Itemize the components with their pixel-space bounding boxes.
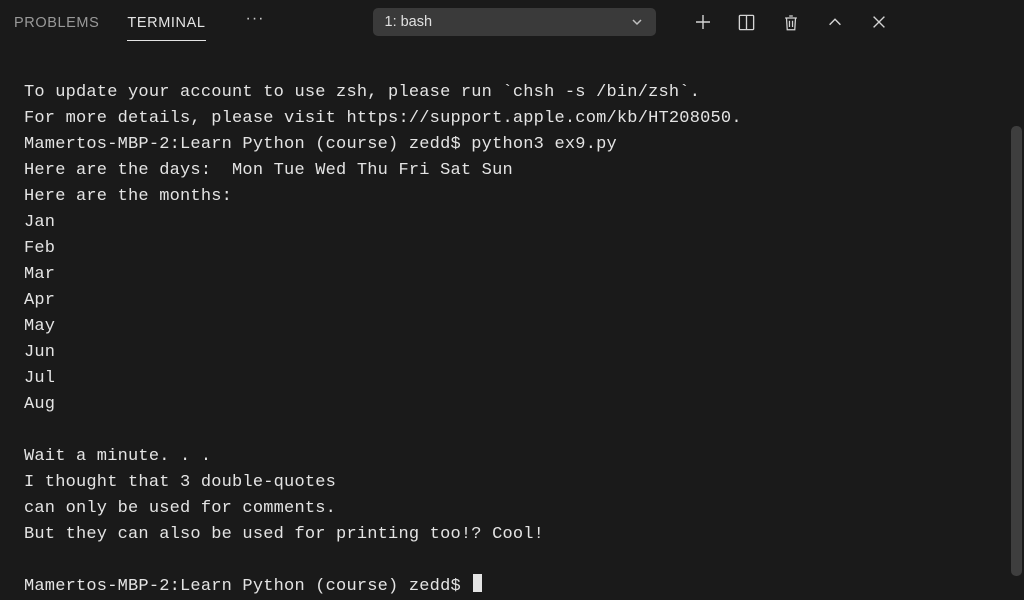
scrollbar-thumb[interactable] <box>1011 126 1022 576</box>
terminal-line: I thought that 3 double-quotes <box>24 473 336 492</box>
panel-tabs: PROBLEMS TERMINAL ··· <box>14 4 265 41</box>
terminal-line: Jan <box>24 213 55 232</box>
terminal-line: To update your account to use zsh, pleas… <box>24 83 700 102</box>
terminal-line: Mar <box>24 265 55 284</box>
split-terminal-button[interactable] <box>736 11 758 33</box>
terminal-line: May <box>24 317 55 336</box>
terminal-line: But they can also be used for printing t… <box>24 525 544 544</box>
terminal-line: Here are the days: Mon Tue Wed Thu Fri S… <box>24 161 513 180</box>
terminal-cursor <box>473 574 482 592</box>
terminal-selector-dropdown[interactable]: 1: bash <box>373 8 656 36</box>
terminal-line: Aug <box>24 395 55 414</box>
kill-terminal-button[interactable] <box>780 11 802 33</box>
terminal-line: Apr <box>24 291 55 310</box>
scrollbar-track[interactable] <box>1011 48 1022 568</box>
terminal-prompt: Mamertos-MBP-2:Learn Python (course) zed… <box>24 577 471 596</box>
dropdown-selected-label: 1: bash <box>385 14 433 30</box>
maximize-panel-button[interactable] <box>824 11 846 33</box>
terminal-line: Wait a minute. . . <box>24 447 211 466</box>
terminal-line: Mamertos-MBP-2:Learn Python (course) zed… <box>24 135 617 154</box>
terminal-output[interactable]: To update your account to use zsh, pleas… <box>0 44 1024 600</box>
close-panel-button[interactable] <box>868 11 890 33</box>
new-terminal-button[interactable] <box>692 11 714 33</box>
chevron-down-icon <box>630 15 644 29</box>
tab-terminal[interactable]: TERMINAL <box>127 4 205 41</box>
terminal-line: Jun <box>24 343 55 362</box>
terminal-line: Feb <box>24 239 55 258</box>
panel-actions <box>692 11 890 33</box>
terminal-line: Jul <box>24 369 55 388</box>
tab-problems[interactable]: PROBLEMS <box>14 4 99 40</box>
terminal-line: For more details, please visit https://s… <box>24 109 742 128</box>
panel-header: PROBLEMS TERMINAL ··· 1: bash <box>0 0 1024 44</box>
terminal-line: Here are the months: <box>24 187 232 206</box>
terminal-line: can only be used for comments. <box>24 499 336 518</box>
more-tabs-icon[interactable]: ··· <box>246 10 265 34</box>
